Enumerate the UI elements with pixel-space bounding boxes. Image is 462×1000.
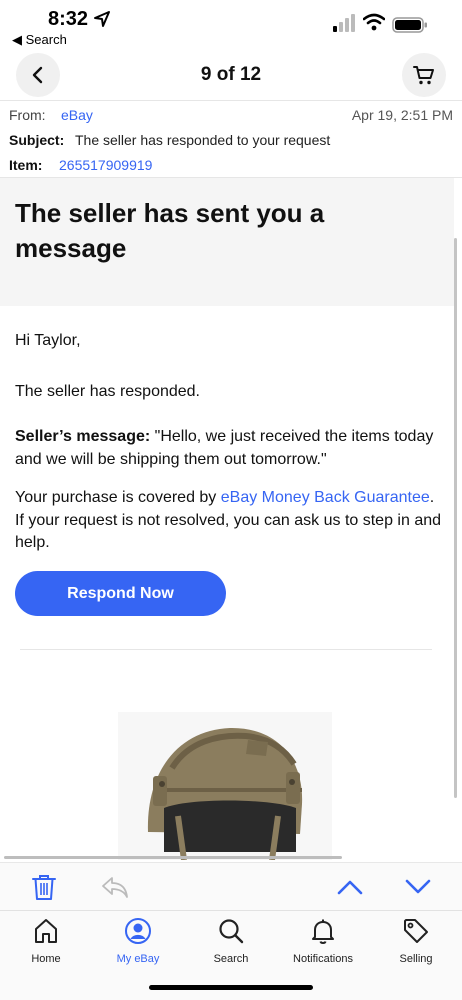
message-counter: 9 of 12 <box>200 64 262 85</box>
sender-link[interactable]: eBay <box>61 107 93 123</box>
guarantee-text-pre: Your purchase is covered by <box>15 489 221 506</box>
product-image[interactable] <box>118 712 332 860</box>
status-time: 8:32 <box>48 8 89 30</box>
from-label: From: <box>9 107 46 123</box>
email-action-toolbar <box>0 862 462 910</box>
item-number-link[interactable]: 265517909919 <box>59 157 152 173</box>
home-indicator[interactable] <box>149 985 313 990</box>
seller-responded-text: The seller has responded. <box>15 383 200 400</box>
item-label: Item: <box>9 157 43 173</box>
money-back-guarantee-link[interactable]: eBay Money Back Guarantee <box>221 489 430 506</box>
tab-my-ebay[interactable]: My eBay <box>92 917 184 973</box>
location-arrow-icon <box>94 11 110 27</box>
battery-icon <box>392 17 427 33</box>
email-header: From: eBay Apr 19, 2:51 PM Subject: The … <box>0 100 462 178</box>
delete-button[interactable] <box>29 872 59 902</box>
cart-icon <box>413 66 434 85</box>
cart-button[interactable] <box>402 53 446 97</box>
divider <box>20 649 432 650</box>
chevron-down-icon <box>405 879 431 894</box>
email-date: Apr 19, 2:51 PM <box>351 107 453 123</box>
profile-icon <box>125 918 151 944</box>
previous-message-button[interactable] <box>335 872 365 902</box>
trash-icon <box>32 875 56 900</box>
horizontal-scrollbar[interactable] <box>4 856 342 859</box>
seller-message: Seller’s message: "Hello, we just receiv… <box>15 426 443 471</box>
helmet-image <box>147 727 303 860</box>
respond-now-button[interactable]: Respond Now <box>15 571 226 616</box>
guarantee-text: Your purchase is covered by eBay Money B… <box>15 487 443 555</box>
wifi-icon <box>363 13 385 31</box>
status-bar: 8:32 ◀ Search <box>0 0 462 50</box>
tab-selling-label: Selling <box>399 953 433 965</box>
tab-home[interactable]: Home <box>0 917 92 973</box>
tab-search[interactable]: Search <box>185 917 277 973</box>
subject-value: The seller has responded to your request <box>75 132 331 148</box>
chevron-up-icon <box>337 880 363 895</box>
seller-message-label: Seller’s message: <box>15 428 151 445</box>
subject-row: Subject: The seller has responded to you… <box>9 128 453 150</box>
tab-search-label: Search <box>213 953 249 965</box>
tab-notifications-label: Notifications <box>293 953 353 965</box>
tab-selling[interactable]: Selling <box>370 917 462 973</box>
message-title: The seller has sent you a message <box>15 198 325 263</box>
next-message-button[interactable] <box>403 872 433 902</box>
search-icon <box>219 919 244 944</box>
tag-icon <box>404 919 428 943</box>
tab-home-label: Home <box>31 953 61 965</box>
subject-label: Subject: <box>9 132 65 148</box>
reply-button[interactable] <box>100 872 130 902</box>
bell-icon <box>312 919 334 944</box>
tab-my-ebay-label: My eBay <box>116 953 160 965</box>
back-to-search-link[interactable]: ◀ Search <box>12 32 67 48</box>
email-nav-bar: 9 of 12 <box>0 50 462 100</box>
greeting: Hi Taylor, <box>15 332 81 349</box>
message-banner: The seller has sent you a message <box>0 178 454 306</box>
vertical-scrollbar[interactable] <box>454 238 457 798</box>
item-row: Item: 265517909919 <box>9 153 453 175</box>
tab-notifications[interactable]: Notifications <box>277 917 369 973</box>
from-row: From: eBay Apr 19, 2:51 PM <box>9 103 453 125</box>
home-icon <box>35 919 57 943</box>
reply-icon <box>102 877 128 898</box>
cellular-signal-icon <box>333 14 355 32</box>
